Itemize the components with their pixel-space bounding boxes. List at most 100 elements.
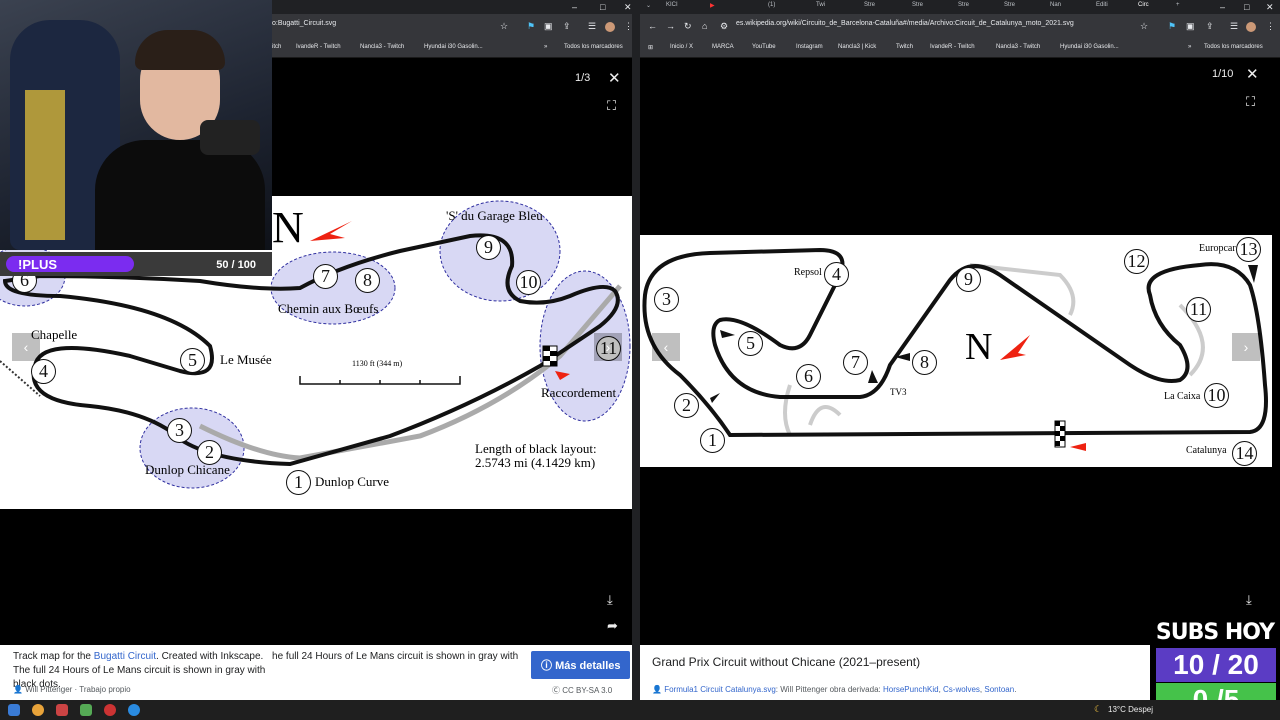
menu-icon[interactable]: ⋮ [1266, 21, 1275, 32]
bookmark-item[interactable]: IvandeR - Twitch [296, 44, 341, 50]
reload-icon[interactable]: ↻ [684, 21, 692, 32]
bookmark-item[interactable]: Instagram [796, 44, 823, 50]
turn-number-3: 3 [654, 287, 679, 312]
close-icon[interactable]: ✕ [1246, 65, 1259, 83]
more-details-button[interactable]: ⓘ Más detalles [531, 651, 631, 679]
site-info-icon[interactable]: ⚙ [720, 21, 728, 32]
minimize-icon[interactable]: – [1220, 2, 1225, 12]
image-caption: Grand Prix Circuit without Chicane (2021… [652, 655, 921, 669]
bookmark-item[interactable]: Twitch [896, 44, 913, 50]
forward-icon[interactable]: → [666, 21, 675, 31]
new-tab-icon[interactable]: + [1176, 2, 1180, 8]
turn-number-14: 14 [1232, 441, 1257, 466]
share-icon[interactable]: ⇪ [563, 21, 571, 32]
catalunya-label: Catalunya [1186, 445, 1227, 456]
raccordement-label: Raccordement [541, 385, 617, 400]
maximize-icon[interactable]: □ [1244, 2, 1249, 12]
turn-number-4: 4 [824, 262, 849, 287]
download-icon[interactable]: ⤓ [607, 592, 613, 608]
left-titlebar: – □ ✕ [272, 0, 638, 14]
catalunya-map-svg [642, 247, 1268, 451]
bookmark-item[interactable]: itch [272, 44, 281, 50]
minimize-icon[interactable]: – [572, 2, 577, 12]
app-icon[interactable] [80, 704, 92, 716]
extension-icon[interactable]: ⚑ [1168, 21, 1176, 32]
previous-image-button[interactable]: ‹ [12, 333, 40, 361]
bookmark-item[interactable]: Hyundai i30 Gasolin... [1060, 44, 1119, 50]
next-image-button[interactable]: › [594, 333, 622, 361]
bookmark-item[interactable]: MARCA [712, 44, 734, 50]
all-bookmarks[interactable]: Todos los marcadores [564, 44, 623, 50]
weather-text[interactable]: 13°C Despej [1108, 705, 1153, 714]
star-icon[interactable]: ☆ [500, 21, 508, 32]
fullscreen-icon[interactable]: ⛶ [1246, 94, 1255, 110]
next-image-button[interactable]: › [1232, 333, 1260, 361]
bookmark-item[interactable]: Hyundai i30 Gasolin... [424, 44, 483, 50]
share-icon[interactable]: ⇪ [1206, 21, 1214, 32]
start-icon[interactable] [8, 704, 20, 716]
tab[interactable]: Stre [958, 2, 969, 8]
avatar[interactable] [1246, 22, 1256, 32]
dunlop-curve-label: Dunlop Curve [315, 474, 390, 489]
tab-search-icon[interactable]: ☰ [1230, 21, 1238, 32]
turn-number-8: 8 [355, 268, 380, 293]
fullscreen-icon[interactable]: ⛶ [607, 98, 616, 114]
bookmark-item[interactable]: Nancla3 - Twitch [996, 44, 1040, 50]
close-window-icon[interactable]: ✕ [1266, 2, 1274, 13]
avatar[interactable] [605, 22, 615, 32]
download-icon[interactable]: ⤓ [1246, 592, 1252, 608]
tab[interactable]: Editi [1096, 2, 1108, 8]
right-bookmarks-bar: ⊞ Inicio / X MARCA YouTube Instagram Nan… [640, 40, 1280, 58]
extension-icon[interactable]: ⚑ [527, 21, 535, 32]
left-address-bar[interactable]: o:Bugatti_Circuit.svg ☆ ⚑ ▣ ⇪ ☰ ⋮ [272, 14, 638, 40]
chevron-right-icon[interactable]: » [544, 44, 547, 50]
share-arrow-icon[interactable]: ➦ [607, 618, 618, 634]
author-link[interactable]: HorsePunchKid [883, 685, 939, 694]
tab-list-icon[interactable]: ⌄ [646, 2, 651, 9]
source-file-link[interactable]: Formula1 Circuit Catalunya.svg [664, 685, 776, 694]
tab[interactable]: Stre [912, 2, 923, 8]
person-hair [135, 30, 225, 70]
app-icon[interactable] [56, 704, 68, 716]
tab[interactable]: (1) [768, 2, 775, 8]
tab-active[interactable]: Circ [1138, 2, 1149, 8]
tab-search-icon[interactable]: ☰ [588, 21, 596, 32]
edge-icon[interactable] [128, 704, 140, 716]
obs-icon[interactable] [104, 704, 116, 716]
back-icon[interactable]: ← [648, 21, 657, 31]
close-window-icon[interactable]: ✕ [624, 2, 632, 13]
bookmark-item[interactable]: Nancla3 | Kick [838, 44, 876, 50]
turn-number-13: 13 [1236, 237, 1261, 262]
tab[interactable]: Stre [1004, 2, 1015, 8]
url-text[interactable]: o:Bugatti_Circuit.svg [272, 20, 336, 27]
url-text[interactable]: es.wikipedia.org/wiki/Circuito_de_Barcel… [736, 20, 1074, 27]
puzzle-icon[interactable]: ▣ [544, 21, 553, 32]
bookmark-item[interactable]: YouTube [752, 44, 776, 50]
plus-label: !PLUS [18, 257, 57, 272]
chrome-icon[interactable] [32, 704, 44, 716]
tab[interactable]: KICI [666, 2, 678, 8]
home-icon[interactable]: ⌂ [702, 21, 707, 31]
tab[interactable]: Stre [864, 2, 875, 8]
left-caption-bar: Track map for the Bugatti Circuit. Creat… [272, 645, 638, 700]
bugatti-link[interactable]: Bugatti Circuit [94, 651, 156, 662]
author-link[interactable]: Cs-wolves [943, 685, 980, 694]
bookmark-item[interactable]: Nancla3 - Twitch [360, 44, 404, 50]
previous-image-button[interactable]: ‹ [652, 333, 680, 361]
chevron-right-icon[interactable]: » [1188, 44, 1191, 50]
author-link[interactable]: Sontoan [984, 685, 1014, 694]
bookmark-item[interactable]: IvandeR - Twitch [930, 44, 975, 50]
youtube-tab-icon[interactable]: ▶ [710, 2, 715, 9]
puzzle-icon[interactable]: ▣ [1186, 21, 1195, 32]
turn-number-6: 6 [796, 364, 821, 389]
apps-icon[interactable]: ⊞ [648, 44, 653, 51]
license-label[interactable]: Ⓒ CC BY-SA 3.0 [552, 685, 612, 696]
bookmark-item[interactable]: Inicio / X [670, 44, 693, 50]
close-icon[interactable]: ✕ [608, 69, 621, 87]
maximize-icon[interactable]: □ [600, 2, 605, 12]
tab[interactable]: Nan [1050, 2, 1061, 8]
star-icon[interactable]: ☆ [1140, 21, 1148, 32]
right-address-bar[interactable]: ← → ↻ ⌂ ⚙ es.wikipedia.org/wiki/Circuito… [640, 14, 1280, 40]
tab[interactable]: Twi [816, 2, 825, 8]
all-bookmarks[interactable]: Todos los marcadores [1204, 44, 1263, 50]
